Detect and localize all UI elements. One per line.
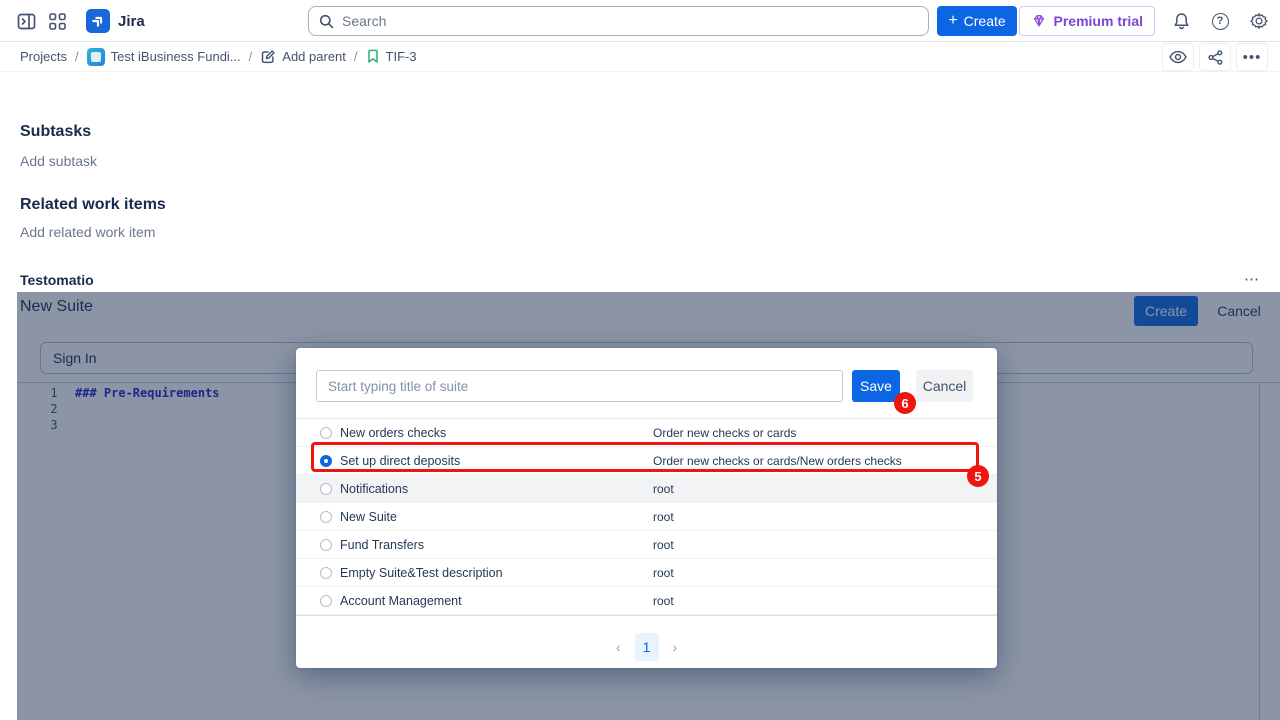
prev-page-icon[interactable]: ‹	[616, 639, 621, 655]
related-items-heading: Related work items	[20, 196, 166, 214]
radio-icon[interactable]	[320, 595, 332, 607]
watch-eye-icon[interactable]	[1162, 43, 1194, 71]
suite-title: Fund Transfers	[340, 538, 424, 552]
suite-row[interactable]: New orders checks Order new checks or car…	[296, 419, 997, 447]
radio-icon[interactable]	[320, 483, 332, 495]
edit-pencil-icon	[260, 49, 276, 65]
create-button[interactable]: + Create	[937, 6, 1017, 36]
app-title: Jira	[118, 13, 145, 30]
project-avatar	[87, 48, 105, 66]
suite-path: Order new checks or cards	[653, 426, 796, 440]
help-icon[interactable]: ?	[1207, 8, 1233, 34]
suite-path: root	[653, 594, 674, 608]
breadcrumb-projects[interactable]: Projects	[20, 49, 67, 64]
suite-row[interactable]: New Suite root	[296, 503, 997, 531]
suite-path: root	[653, 510, 674, 524]
subtasks-heading: Subtasks	[20, 123, 91, 141]
cancel-button[interactable]: Cancel	[916, 370, 973, 402]
add-parent-button[interactable]: Add parent	[260, 49, 346, 65]
suite-title: Account Management	[340, 594, 462, 608]
radio-icon[interactable]	[320, 567, 332, 579]
more-actions-icon[interactable]: •••	[1236, 43, 1268, 71]
radio-icon[interactable]	[320, 511, 332, 523]
suite-title: Notifications	[340, 482, 408, 496]
pagination: ‹ 1 ›	[296, 632, 997, 662]
radio-icon[interactable]	[320, 427, 332, 439]
app-switcher-icon[interactable]	[44, 8, 70, 34]
suite-path: root	[653, 538, 674, 552]
suite-row[interactable]: Set up direct deposits Order new checks o…	[296, 447, 997, 475]
top-navigation: Jira Search + Create Premium trial ?	[0, 0, 1280, 42]
radio-selected-icon[interactable]	[320, 455, 332, 467]
suite-row[interactable]: Empty Suite&Test description root	[296, 559, 997, 587]
plus-icon: +	[948, 12, 957, 30]
suite-title: Empty Suite&Test description	[340, 566, 503, 580]
suite-search-input[interactable]	[316, 370, 843, 402]
testomatio-heading: Testomatio	[20, 272, 94, 288]
story-bookmark-icon	[366, 49, 380, 64]
breadcrumb-project[interactable]: Test iBusiness Fundi...	[87, 48, 241, 66]
jira-logo-icon[interactable]	[86, 9, 110, 33]
share-icon[interactable]	[1199, 43, 1231, 71]
next-page-icon[interactable]: ›	[673, 639, 678, 655]
page-number[interactable]: 1	[635, 633, 659, 661]
radio-icon[interactable]	[320, 539, 332, 551]
suite-title: New orders checks	[340, 426, 446, 440]
save-button[interactable]: Save	[852, 370, 900, 402]
suite-path: root	[653, 482, 674, 496]
suite-path: root	[653, 566, 674, 580]
suite-title: Set up direct deposits	[340, 454, 460, 468]
notifications-bell-icon[interactable]	[1168, 8, 1194, 34]
premium-trial-button[interactable]: Premium trial	[1019, 6, 1155, 36]
suite-path: Order new checks or cards/New orders che…	[653, 454, 902, 468]
testomatio-more-icon[interactable]: ⋯	[1238, 268, 1266, 290]
global-search[interactable]: Search	[308, 6, 929, 36]
gem-icon	[1031, 13, 1047, 29]
search-icon	[319, 14, 334, 29]
breadcrumb: Projects / Test iBusiness Fundi... / Add…	[0, 42, 1280, 72]
add-related-item-button[interactable]: Add related work item	[20, 224, 155, 240]
settings-gear-icon[interactable]	[1246, 8, 1272, 34]
breadcrumb-issue[interactable]: TIF-3	[366, 49, 417, 64]
add-subtask-button[interactable]: Add subtask	[20, 153, 97, 169]
suite-row[interactable]: Fund Transfers root	[296, 531, 997, 559]
suite-row[interactable]: Account Management root	[296, 587, 997, 615]
search-placeholder: Search	[342, 13, 386, 29]
suite-picker-modal: Save Cancel New orders checks Order new c…	[296, 348, 997, 668]
suite-title: New Suite	[340, 510, 397, 524]
sidebar-toggle-icon[interactable]	[13, 8, 39, 34]
suite-row[interactable]: Notifications root	[296, 475, 997, 503]
suite-list: New orders checks Order new checks or car…	[296, 418, 997, 616]
